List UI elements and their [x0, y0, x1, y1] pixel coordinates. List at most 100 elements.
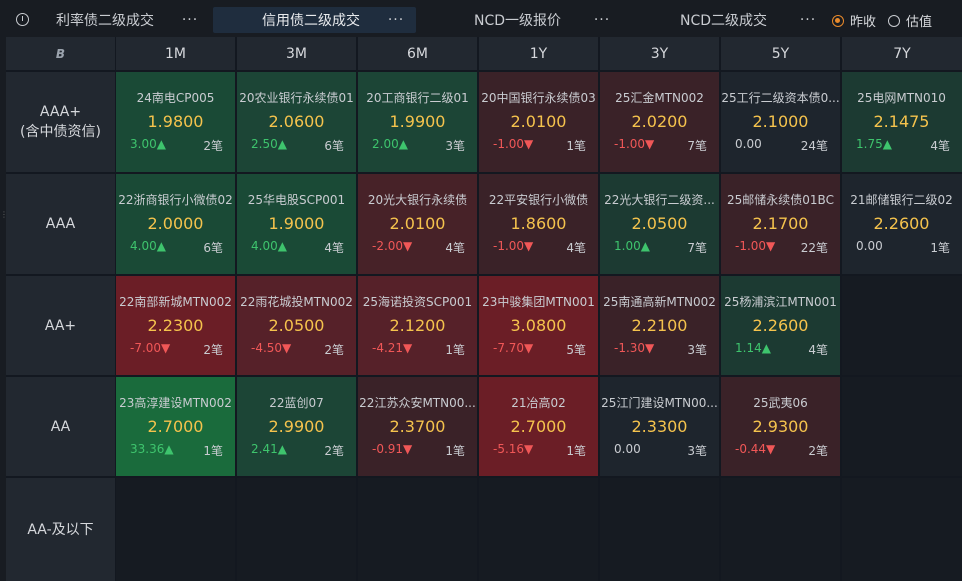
empty-cell — [842, 377, 962, 476]
trade-count: 6笔 — [324, 139, 344, 153]
tab-label: 利率债二级成交 — [56, 13, 154, 29]
bond-cell[interactable]: 25华电股SCP001 1.9000 4.00▲ 4笔 — [237, 174, 356, 274]
bond-yield: 1.8600 — [510, 214, 567, 233]
bond-cell[interactable]: 22蓝创07 2.9900 2.41▲ 2笔 — [237, 377, 356, 476]
trade-count: 6笔 — [203, 241, 223, 255]
bond-cell[interactable]: 20光大银行永续债 2.0100 -2.00▼ 4笔 — [358, 174, 477, 274]
yield-change: 4.00▲ — [130, 239, 166, 253]
bond-cell[interactable]: 20工商银行二级01 1.9900 2.00▲ 3笔 — [358, 72, 477, 172]
empty-cell — [842, 478, 962, 581]
column-header[interactable]: 1M — [116, 37, 235, 70]
trade-count: 4笔 — [445, 241, 465, 255]
more-icon[interactable]: ··· — [798, 7, 818, 33]
trade-count: 7笔 — [687, 139, 707, 153]
bond-name: 20工商银行二级01 — [366, 91, 469, 105]
radio-prev-close[interactable]: 昨收 — [832, 11, 876, 30]
trade-count: 4笔 — [930, 139, 950, 153]
bond-yield: 2.1000 — [752, 112, 809, 131]
tab-rate-bond-secondary[interactable]: 利率债二级成交 ··· — [40, 7, 210, 33]
bond-cell[interactable]: 25海诺投资SCP001 2.1200 -4.21▼ 1笔 — [358, 276, 477, 375]
bond-cell[interactable]: 25工行二级资本债0... 2.1000 0.00 24笔 — [721, 72, 840, 172]
bond-name: 25邮储永续债01BC — [727, 193, 834, 207]
bond-cell[interactable]: 25邮储永续债01BC 2.1700 -1.00▼ 22笔 — [721, 174, 840, 274]
bond-name: 24南电CP005 — [136, 91, 215, 105]
bond-cell[interactable]: 25南通高新MTN002 2.2100 -1.30▼ 3笔 — [600, 276, 719, 375]
empty-cell — [600, 478, 719, 581]
bond-yield: 2.7000 — [510, 417, 567, 436]
row-header-label: AA-及以下 — [27, 521, 94, 538]
bond-cell[interactable]: 22南部新城MTN002 2.2300 -7.00▼ 2笔 — [116, 276, 235, 375]
trade-count: 1笔 — [445, 343, 465, 357]
bond-name: 21冶高02 — [511, 396, 566, 410]
bond-cell[interactable]: 23中骏集团MTN001 3.0800 -7.70▼ 5笔 — [479, 276, 598, 375]
column-header[interactable]: 7Y — [842, 37, 962, 70]
bond-yield: 2.0100 — [510, 112, 567, 131]
bond-cell[interactable]: 22雨花城投MTN002 2.0500 -4.50▼ 2笔 — [237, 276, 356, 375]
tab-ncd-primary-quote[interactable]: NCD一级报价 ··· — [420, 7, 620, 33]
bond-name: 20农业银行永续债01 — [239, 91, 354, 105]
bond-name: 25电网MTN010 — [857, 91, 946, 105]
bond-yield: 2.1200 — [389, 316, 446, 335]
yield-change: -0.44▼ — [735, 442, 776, 456]
more-icon[interactable]: ··· — [592, 7, 612, 33]
radio-dot-icon — [888, 14, 901, 27]
trade-count: 2笔 — [324, 444, 344, 458]
trade-count: 5笔 — [566, 343, 586, 357]
bond-cell[interactable]: 25汇金MTN002 2.0200 -1.00▼ 7笔 — [600, 72, 719, 172]
bond-cell[interactable]: 25杨浦滨江MTN001 2.2600 1.14▲ 4笔 — [721, 276, 840, 375]
splitter-handle-icon[interactable]: ⋮ — [0, 210, 8, 219]
yield-change: -0.91▼ — [372, 442, 413, 456]
trade-count: 1笔 — [445, 444, 465, 458]
bond-cell[interactable]: 22浙商银行小微债02 2.0000 4.00▲ 6笔 — [116, 174, 235, 274]
trade-count: 4笔 — [566, 241, 586, 255]
bond-name: 25武夷06 — [753, 396, 808, 410]
column-header[interactable]: 3Y — [600, 37, 719, 70]
tab-ncd-secondary[interactable]: NCD二级成交 ··· — [630, 7, 820, 33]
bond-yield: 2.2600 — [752, 316, 809, 335]
bond-name: 22光大银行二级资... — [604, 193, 715, 207]
bond-yield: 2.3700 — [389, 417, 446, 436]
more-icon[interactable]: ··· — [386, 7, 406, 33]
row-header-label: AA+ — [44, 317, 77, 334]
column-header[interactable]: 3M — [237, 37, 356, 70]
tab-credit-bond-secondary[interactable]: 信用债二级成交 ··· — [213, 7, 416, 33]
info-icon[interactable] — [16, 13, 29, 26]
bond-cell[interactable]: 20农业银行永续债01 2.0600 2.50▲ 6笔 — [237, 72, 356, 172]
row-header: AAA+ (含中债资信) — [6, 72, 115, 172]
trade-count: 4笔 — [808, 343, 828, 357]
yield-change: 4.00▲ — [251, 239, 287, 253]
bond-yield: 1.9900 — [389, 112, 446, 131]
column-header[interactable]: 1Y — [479, 37, 598, 70]
empty-cell — [721, 478, 840, 581]
row-header: AAA — [6, 174, 115, 274]
bond-yield: 2.7000 — [147, 417, 204, 436]
bond-cell[interactable]: 21邮储银行二级02 2.2600 0.00 1笔 — [842, 174, 962, 274]
bond-cell[interactable]: 25江门建设MTN00... 2.3300 0.00 3笔 — [600, 377, 719, 476]
yield-change: -2.00▼ — [372, 239, 413, 253]
radio-valuation[interactable]: 估值 — [888, 11, 932, 30]
bond-cell[interactable]: 23高淳建设MTN002 2.7000 33.36▲ 1笔 — [116, 377, 235, 476]
yield-change: 2.41▲ — [251, 442, 287, 456]
column-header[interactable]: 5Y — [721, 37, 840, 70]
row-header: AA — [6, 377, 115, 476]
bond-name: 25工行二级资本债0... — [721, 91, 840, 105]
trade-count: 3笔 — [687, 444, 707, 458]
bond-cell[interactable]: 20中国银行永续债03 2.0100 -1.00▼ 1笔 — [479, 72, 598, 172]
bond-cell[interactable]: 25电网MTN010 2.1475 1.75▲ 4笔 — [842, 72, 962, 172]
column-header[interactable]: 6M — [358, 37, 477, 70]
bond-cell[interactable]: 24南电CP005 1.9800 3.00▲ 2笔 — [116, 72, 235, 172]
bond-cell[interactable]: 22平安银行小微债 1.8600 -1.00▼ 4笔 — [479, 174, 598, 274]
bond-cell[interactable]: 22江苏众安MTN00... 2.3700 -0.91▼ 1笔 — [358, 377, 477, 476]
yield-change: -5.16▼ — [493, 442, 534, 456]
bond-name: 23高淳建设MTN002 — [119, 396, 232, 410]
trade-count: 1笔 — [203, 444, 223, 458]
price-basis-radio-group: 昨收 估值 — [832, 11, 944, 30]
trade-count: 2笔 — [203, 139, 223, 153]
bond-cell[interactable]: 21冶高02 2.7000 -5.16▼ 1笔 — [479, 377, 598, 476]
bond-cell[interactable]: 25武夷06 2.9300 -0.44▼ 2笔 — [721, 377, 840, 476]
yield-change: -4.50▼ — [251, 341, 292, 355]
bond-yield: 2.1475 — [873, 112, 930, 131]
tab-bar: 利率债二级成交 ··· 信用债二级成交 ··· NCD一级报价 ··· NCD二… — [0, 0, 962, 38]
more-icon[interactable]: ··· — [180, 7, 200, 33]
bond-cell[interactable]: 22光大银行二级资... 2.0500 1.00▲ 7笔 — [600, 174, 719, 274]
